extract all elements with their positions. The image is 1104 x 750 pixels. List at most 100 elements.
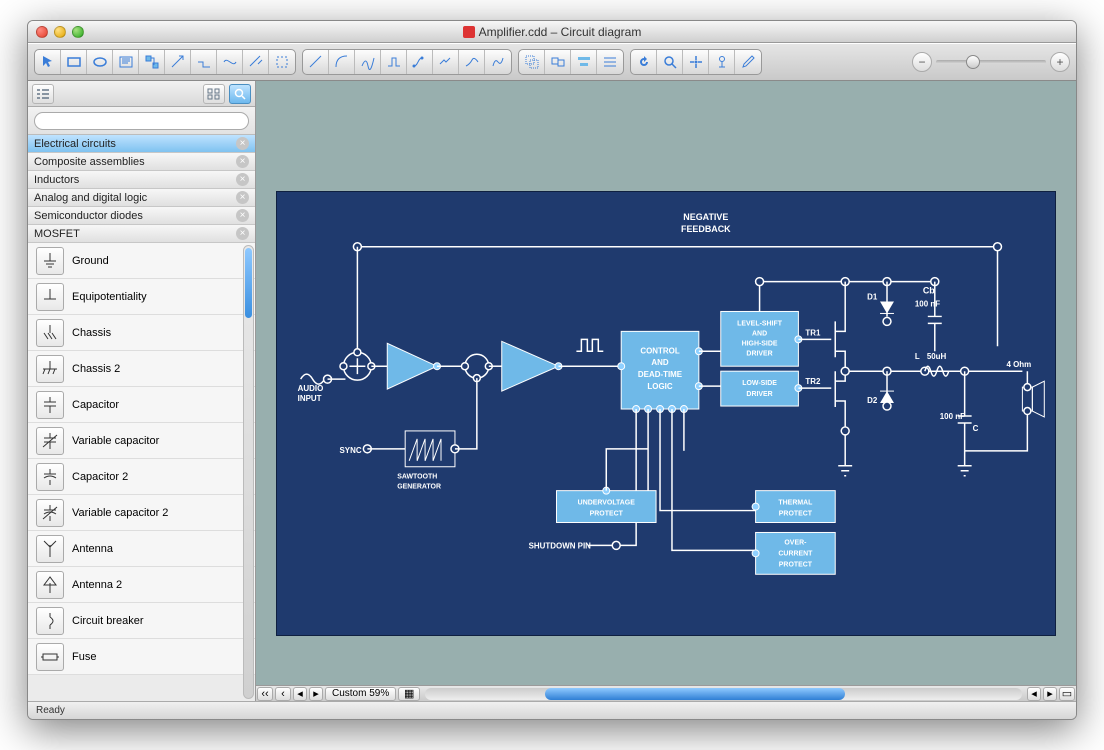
varcap-icon [36,427,64,455]
view-grid-button[interactable] [203,84,225,104]
line-tool[interactable] [191,50,217,74]
minimize-icon[interactable] [54,26,66,38]
close-category-icon[interactable]: × [236,155,249,168]
line2-tool[interactable] [303,50,329,74]
sidebar-category[interactable]: Composite assemblies × [28,153,255,171]
hscrollbar[interactable] [425,688,1022,700]
ant-icon [36,535,64,563]
page-prev-button[interactable]: ‹ [275,687,291,701]
close-category-icon[interactable]: × [236,209,249,222]
sidebar-category[interactable]: Electrical circuits × [28,135,255,153]
shape-item[interactable]: Capacitor 2 [28,459,255,495]
category-list: Electrical circuits×Composite assemblies… [28,135,255,243]
bezier-tool[interactable] [407,50,433,74]
zoom-slider[interactable] [936,60,1046,64]
poly-tool[interactable] [381,50,407,74]
shape-item[interactable]: Chassis [28,315,255,351]
shape-item[interactable]: Chassis 2 [28,351,255,387]
shape-item[interactable]: Fuse [28,639,255,675]
scroll-right-button[interactable]: ▸ [309,687,323,701]
zoom-out-button[interactable]: − [912,52,932,72]
shape-item[interactable]: Variable capacitor 2 [28,495,255,531]
sidebar-category[interactable]: MOSFET× [28,225,255,243]
sidebar-scrollbar[interactable] [243,245,254,699]
fuse-icon [36,643,64,671]
distribute-tool[interactable] [597,50,623,74]
svg-text:DRIVER: DRIVER [746,350,772,357]
fit-page-button[interactable]: ▭ [1059,687,1075,701]
freeform-tool[interactable] [485,50,511,74]
scroll-left-button[interactable]: ◂ [293,687,307,701]
pan-tool[interactable] [683,50,709,74]
svg-text:D1: D1 [867,293,878,302]
zoom-in-button[interactable]: + [1050,52,1070,72]
view-tree-button[interactable] [32,84,54,104]
bottom-bar: ‹‹ ‹ ◂ ▸ Custom 59% ▦ ◂ ▸ ▭ [256,685,1076,701]
svg-text:AUDIO: AUDIO [298,384,324,393]
shape-label: Antenna 2 [72,579,122,591]
arc2-tool[interactable] [329,50,355,74]
svg-text:LEVEL-SHIFT: LEVEL-SHIFT [737,320,783,327]
path-tool[interactable] [433,50,459,74]
shape-item[interactable]: Antenna [28,531,255,567]
curve-tool[interactable] [217,50,243,74]
shape-item[interactable]: Circuit breaker [28,603,255,639]
eyedropper-tool[interactable] [735,50,761,74]
sidebar-category[interactable]: Semiconductor diodes × [28,207,255,225]
sidebar-category[interactable]: Inductors × [28,171,255,189]
curve2-tool[interactable] [355,50,381,74]
close-category-icon[interactable]: × [236,227,249,240]
chassis2-icon [36,355,64,383]
close-category-icon[interactable]: × [236,173,249,186]
refresh-tool[interactable] [631,50,657,74]
spline-tool[interactable] [459,50,485,74]
shape-label: Chassis [72,327,111,339]
marquee-tool[interactable] [269,50,295,74]
shape-item[interactable]: Ground [28,243,255,279]
canvas[interactable]: NEGATIVE FEEDBACK AUDIO INPUT [256,81,1076,685]
close-category-icon[interactable]: × [236,137,249,150]
ellipse-tool[interactable] [87,50,113,74]
close-icon[interactable] [36,26,48,38]
category-label: Composite assemblies [34,156,145,168]
svg-text:HIGH-SIDE: HIGH-SIDE [742,340,778,347]
svg-text:NEGATIVE: NEGATIVE [683,212,728,222]
align-tool[interactable] [571,50,597,74]
shape-label: Chassis 2 [72,363,120,375]
svg-text:4 Ohm: 4 Ohm [1006,360,1031,369]
rect-tool[interactable] [61,50,87,74]
category-label: Semiconductor diodes [34,210,143,222]
shape-label: Variable capacitor 2 [72,507,168,519]
shape-label: Variable capacitor [72,435,159,447]
svg-text:OVER-: OVER- [784,539,807,546]
page-first-button[interactable]: ‹‹ [257,687,273,701]
group-tool[interactable] [519,50,545,74]
zoom-label[interactable]: Custom 59% [325,687,396,701]
ungroup-tool[interactable] [545,50,571,74]
svg-text:LOW-SIDE: LOW-SIDE [742,380,777,387]
breaker-icon [36,607,64,635]
shape-item[interactable]: Antenna 2 [28,567,255,603]
search-toggle-button[interactable] [229,84,251,104]
category-label: Inductors [34,174,79,186]
scroll-right2-button[interactable]: ▸ [1043,687,1057,701]
shape-item[interactable]: Capacitor [28,387,255,423]
page-tabs-button[interactable]: ▦ [398,687,420,701]
close-category-icon[interactable]: × [236,191,249,204]
connector-tool[interactable] [139,50,165,74]
shape-item[interactable]: Variable capacitor [28,423,255,459]
branch-tool[interactable] [165,50,191,74]
search-input[interactable] [34,112,249,130]
text-tool[interactable] [113,50,139,74]
zoom-tool[interactable] [657,50,683,74]
svg-text:PROTECT: PROTECT [779,511,813,518]
zoom-window-icon[interactable] [72,26,84,38]
arc-tool[interactable] [243,50,269,74]
scroll-left2-button[interactable]: ◂ [1027,687,1041,701]
measure-tool[interactable] [709,50,735,74]
sidebar-category[interactable]: Analog and digital logic× [28,189,255,207]
pointer-tool[interactable] [35,50,61,74]
shape-item[interactable]: Equipotentiality [28,279,255,315]
diagram-page[interactable]: NEGATIVE FEEDBACK AUDIO INPUT [276,191,1056,636]
category-label: Electrical circuits [34,138,116,150]
